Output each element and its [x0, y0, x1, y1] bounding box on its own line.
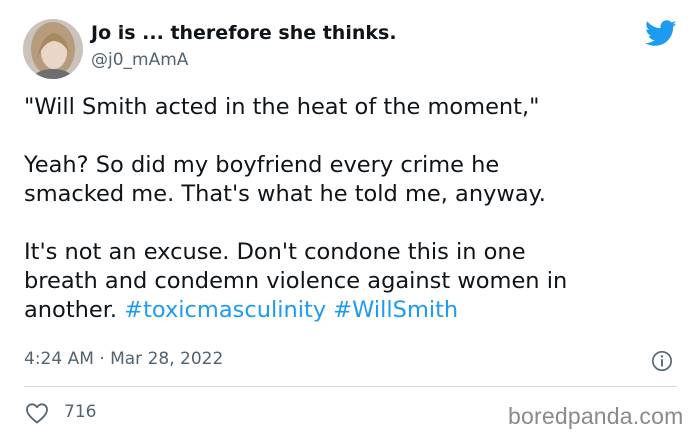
heart-icon[interactable]	[25, 402, 49, 424]
avatar-photo	[23, 19, 83, 79]
author-handle[interactable]: @j0_mAmA	[91, 50, 188, 70]
tweet-timestamp[interactable]: 4:24 AM · Mar 28, 2022	[24, 349, 223, 369]
tweet-paragraph-3: It's not an excuse. Don't condone this i…	[24, 238, 684, 325]
tweet-line: It's not an excuse. Don't condone this i…	[24, 239, 526, 265]
tweet-line: Yeah? So did my boyfriend every crime he	[24, 152, 500, 178]
tweet-line: another.	[24, 297, 118, 323]
tweet-line: breath and condemn violence against wome…	[24, 268, 568, 294]
tweet-paragraph-1: "Will Smith acted in the heat of the mom…	[24, 93, 684, 122]
tweet-text: "Will Smith acted in the heat of the mom…	[24, 93, 684, 325]
divider	[24, 386, 677, 387]
twitter-bird-icon[interactable]	[645, 20, 677, 47]
like-count: 716	[64, 402, 97, 422]
tweet-paragraph-2: Yeah? So did my boyfriend every crime he…	[24, 151, 684, 209]
author-display-name[interactable]: Jo is ... therefore she thinks.	[91, 22, 397, 44]
avatar[interactable]	[23, 19, 83, 79]
watermark-boredpanda: boredpanda.com	[508, 403, 684, 429]
info-icon[interactable]	[651, 350, 673, 372]
tweet-line: smacked me. That's what he told me, anyw…	[24, 181, 546, 207]
hashtag-willsmith[interactable]: #WillSmith	[333, 297, 458, 323]
tweet-line: "Will Smith acted in the heat of the mom…	[24, 94, 540, 120]
hashtag-toxicmasculinity[interactable]: #toxicmasculinity	[124, 297, 326, 323]
